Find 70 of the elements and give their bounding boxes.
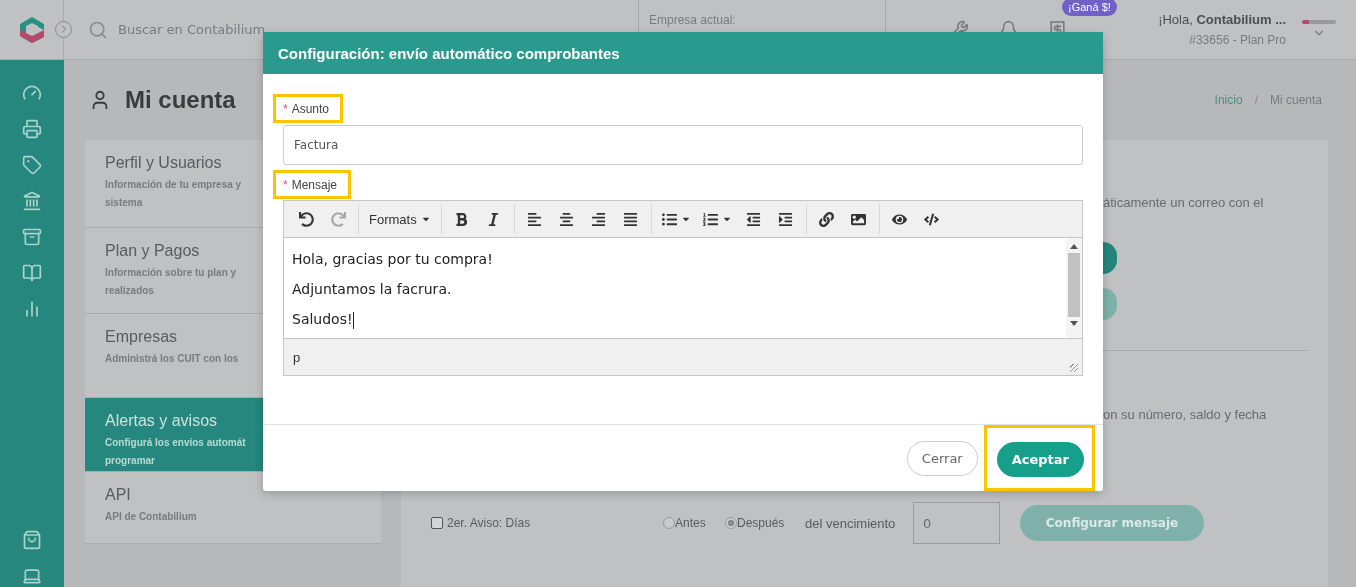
radio-label: Antes (675, 516, 706, 530)
redo-icon (330, 211, 346, 227)
field-label: * Mensaje (283, 178, 338, 192)
configure-message-button[interactable]: Configurar mensaje (1020, 505, 1204, 541)
logo-icon[interactable] (19, 15, 45, 44)
search-field[interactable]: Buscar en Contabilium (116, 21, 416, 38)
section-text: on su número, saldo y fecha (1103, 406, 1268, 424)
undo-icon (298, 211, 314, 227)
page-title: Mi cuenta (125, 86, 236, 114)
shopping-bag-icon[interactable] (22, 530, 42, 550)
code-icon (924, 211, 940, 227)
intro-text: áticamente un correo con el (1103, 194, 1265, 212)
align-center-icon (559, 211, 575, 227)
menu-item-description: Información sobre tu plan y realizados (105, 266, 237, 298)
required-mark: * (283, 102, 288, 116)
menu-item-title: Perfil y Usuarios (105, 154, 222, 172)
image-icon (851, 211, 867, 227)
account-plan: #33656 - Plan Pro (1189, 33, 1286, 47)
checkbox[interactable] (431, 517, 443, 529)
dashboard-icon[interactable] (22, 83, 42, 103)
scrollbar[interactable] (1066, 238, 1082, 338)
search-icon (88, 19, 108, 40)
book-icon[interactable] (22, 263, 42, 283)
menu-item-description: Información de tu empresa y sistema (105, 178, 242, 210)
days-input[interactable]: 0 (913, 502, 1000, 544)
sidebar-toggle[interactable] (55, 20, 72, 38)
modal-title: Configuración: envío automático comprobantes (278, 44, 620, 62)
radio-button[interactable] (725, 517, 737, 529)
breadcrumb-link[interactable]: Inicio (1214, 93, 1243, 107)
menu-item-title: API (105, 486, 131, 504)
outdent-icon (746, 211, 762, 227)
menu-item-description: Configurá los envíos automát programar (105, 436, 246, 468)
bank-icon[interactable] (22, 191, 42, 211)
reminder-label: 2er. Aviso: Días (447, 516, 531, 530)
company-label: Empresa actual: (649, 12, 736, 27)
suffix-text: del vencimiento (805, 515, 897, 531)
resize-handle[interactable] (1070, 364, 1078, 372)
accept-button[interactable]: Aceptar (996, 442, 1084, 477)
align-right-icon (591, 211, 607, 227)
menu-item-description: API de Contabilium (105, 510, 197, 524)
subject-field[interactable]: Factura (283, 125, 1083, 165)
align-left-icon (527, 211, 543, 227)
reminder-checkbox[interactable]: 2er. Aviso: Días (431, 516, 663, 530)
greeting-text: ¡Hola, Contabilium ... (1158, 12, 1286, 27)
button-edge[interactable] (1103, 242, 1117, 274)
brand-logo (1302, 19, 1336, 24)
breadcrumb-link[interactable]: Mi cuenta (1269, 93, 1322, 107)
laptop-icon[interactable] (22, 566, 42, 586)
breadcrumb-separator: / (1254, 93, 1258, 107)
menu-item-title: Alertas y avisos (105, 412, 218, 430)
box-icon[interactable] (22, 227, 42, 247)
promo-badge[interactable]: ¡Ganá $! (1062, 0, 1117, 16)
menu-item-title: Empresas (105, 328, 178, 346)
menu-item-title: Plan y Pagos (105, 242, 200, 260)
numbered-list-icon (702, 211, 718, 227)
indent-icon (778, 211, 794, 227)
field-label: * Asunto (283, 102, 330, 116)
tag-icon[interactable] (22, 155, 42, 175)
radio-label: Después (737, 516, 785, 530)
button-edge[interactable] (1103, 288, 1117, 320)
required-mark: * (283, 178, 288, 192)
printer-icon[interactable] (22, 119, 42, 139)
close-button[interactable]: Cerrar (906, 440, 978, 476)
element-path: p (293, 349, 301, 365)
bold-icon (454, 211, 470, 227)
align-justify-icon (623, 211, 639, 227)
radio-button[interactable] (663, 517, 675, 529)
bullet-list-icon (661, 211, 677, 227)
menu-item-description: Administrá los CUIT con los (105, 352, 239, 366)
link-icon (819, 211, 835, 227)
